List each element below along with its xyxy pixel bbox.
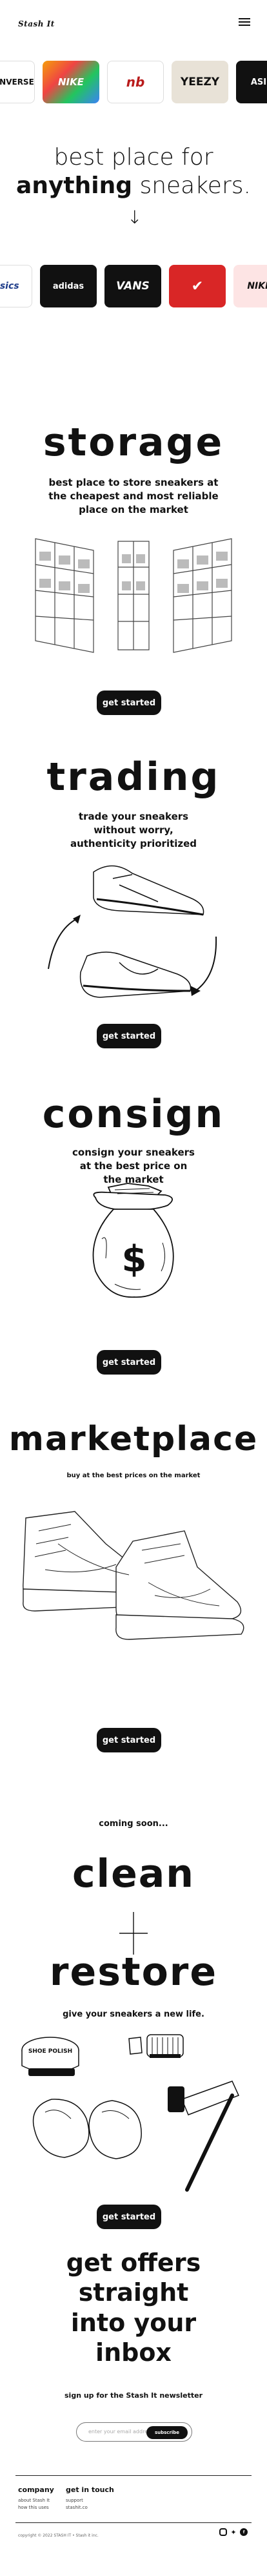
brand-tile-adidas: adidas: [40, 265, 97, 307]
logo[interactable]: Stash It: [18, 19, 55, 28]
hero-title-bold: anything: [16, 172, 132, 199]
money-bag-illustration: $: [92, 1183, 174, 1298]
footer-company: company about Stash It how this uses: [18, 2486, 54, 2510]
trading-subtitle: trade your sneakers without worry, authe…: [70, 811, 197, 849]
footer-divider: [15, 2522, 252, 2523]
copyright-text: copyright © 2022 STASH IT • Stash it inc…: [18, 2533, 99, 2538]
restore-title: restore: [49, 1949, 218, 1995]
footer-link-about[interactable]: about Stash It: [18, 2498, 54, 2503]
footer-company-heading: company: [18, 2486, 54, 2494]
brand-label: VANS: [116, 280, 150, 293]
subscribe-button[interactable]: subscribe: [146, 2426, 188, 2439]
storage-subtitle: best place to store sneakers at the chea…: [48, 477, 219, 515]
brand-tile-nike-pink: NIKE: [233, 265, 267, 307]
consign-get-started-button[interactable]: get started: [97, 1350, 161, 1375]
brand-label: asics: [0, 281, 19, 291]
newsletter-title-line: straight: [78, 2278, 189, 2307]
brand-tile-nike-red: ✔: [169, 265, 226, 307]
brand-tile-asics: ASI: [236, 61, 267, 103]
instagram-icon[interactable]: [219, 2528, 227, 2536]
hero-title-line-1: best place for: [54, 144, 213, 171]
marketplace-get-started-button[interactable]: get started: [97, 1728, 161, 1752]
coming-soon-label: coming soon...: [99, 1819, 168, 1829]
warehouse-shelves-illustration: [35, 538, 232, 653]
trading-get-started-button[interactable]: get started: [97, 1024, 161, 1048]
newsletter-subtitle: sign up for the Stash It newsletter: [64, 2391, 203, 2400]
brand-strip-bottom: asics adidas VANS ✔ NIKE: [0, 265, 267, 307]
brand-label: ★ CONVERSE: [0, 78, 34, 87]
newsletter-title: get offers straight into your inbox: [0, 2248, 267, 2367]
shoe-cleaning-kit-illustration: SHOE POLISH: [21, 2034, 240, 2192]
header: Stash It: [0, 0, 267, 47]
restore-get-started-button[interactable]: get started: [97, 2205, 161, 2229]
brand-tile-asics: asics: [0, 265, 32, 307]
footer-contact-heading: get in touch: [66, 2486, 114, 2494]
footer-divider: [15, 2475, 252, 2476]
svg-text:$: $: [122, 1238, 147, 1280]
marketplace-title: marketplace: [8, 1420, 259, 1459]
hero-title-rest: sneakers.: [139, 172, 251, 199]
arrow-down-icon: ↓: [127, 207, 143, 228]
marketplace-subtitle: buy at the best prices on the market: [66, 1472, 201, 1479]
newsletter-title-line: inbox: [95, 2338, 172, 2367]
brand-tile-newbalance: nb: [107, 61, 164, 103]
hamburger-menu-icon[interactable]: [239, 16, 250, 26]
trading-title: trading: [46, 754, 221, 800]
restore-subtitle: give your sneakers a new life.: [63, 2010, 204, 2019]
newsletter-title-line: into your: [70, 2308, 197, 2337]
brand-tile-yeezy: YEEZY: [172, 61, 228, 103]
clean-title: clean: [72, 1851, 195, 1896]
email-placeholder: enter your email address: [88, 2429, 153, 2435]
newsletter-title-line: get offers: [66, 2249, 201, 2277]
brand-label: NIKE: [57, 76, 84, 88]
brand-label: ASI: [250, 77, 267, 87]
twitter-icon[interactable]: ✦: [230, 2528, 237, 2537]
brand-label: ✔: [191, 278, 204, 295]
trading-sneakers-illustration: [48, 865, 217, 998]
hero-title: best place for anything sneakers.: [0, 143, 267, 200]
brand-label: YEEZY: [180, 76, 220, 88]
brand-label: adidas: [52, 281, 84, 291]
storage-title: storage: [43, 420, 224, 465]
brand-label: nb: [126, 74, 145, 90]
footer-link-support[interactable]: support: [66, 2498, 114, 2503]
marketplace-highcut-sneakers-illustration: [23, 1511, 244, 1640]
footer-link-site[interactable]: stashit.co: [66, 2505, 114, 2510]
email-field[interactable]: enter your email address subscribe: [76, 2422, 192, 2442]
footer-link-how[interactable]: how this uses: [18, 2505, 54, 2510]
storage-get-started-button[interactable]: get started: [97, 691, 161, 715]
consign-title: consign: [42, 1092, 225, 1137]
brand-tile-vans: VANS: [104, 265, 161, 307]
shoe-polish-lid-text: SHOE POLISH: [28, 2048, 72, 2055]
brand-tile-converse: ★ CONVERSE: [0, 61, 35, 103]
brand-strip-top: ★ CONVERSE NIKE nb YEEZY ASI: [0, 61, 267, 103]
brand-label: NIKE: [247, 281, 267, 291]
footer-contact: get in touch support stashit.co: [66, 2486, 114, 2510]
brand-tile-nike: NIKE: [43, 61, 99, 103]
facebook-icon[interactable]: f: [240, 2528, 248, 2536]
